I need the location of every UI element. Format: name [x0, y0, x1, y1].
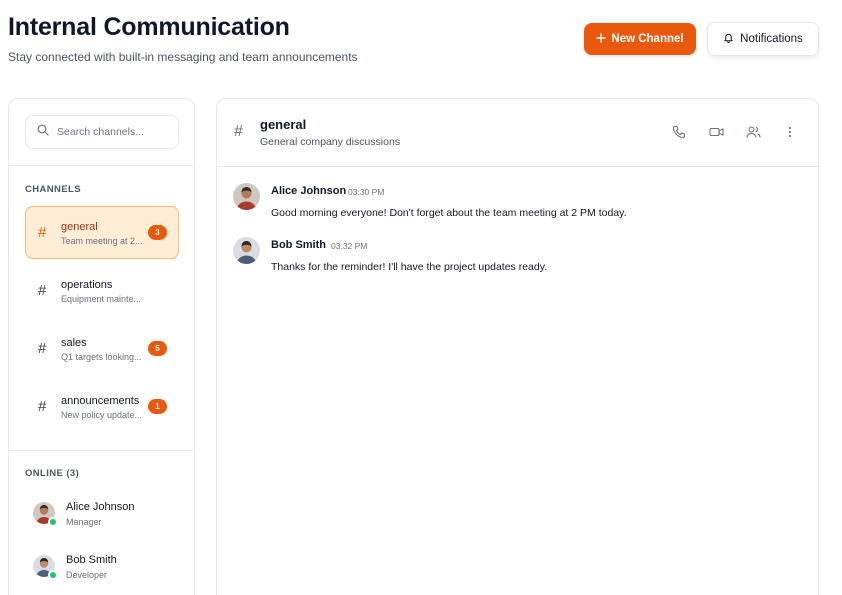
message-author: Alice Johnson [271, 185, 347, 197]
channel-item-sales[interactable]: # sales Q1 targets looking... 5 [25, 322, 179, 375]
message-item: Alice Johnson 03:30 PM Good morning ever… [233, 183, 793, 231]
channel-preview: Equipment mainte... [61, 294, 142, 304]
channel-sidebar: CHANNELS # general Team meeting at 2... … [8, 98, 195, 595]
page-subtitle: Stay connected with built-in messaging a… [8, 50, 358, 64]
more-options-icon[interactable] [782, 124, 798, 140]
message-timestamp: 03:32 PM [331, 241, 368, 251]
message-author: Bob Smith [271, 239, 326, 251]
avatar [33, 555, 58, 580]
chat-panel: # general General company discussions Al… [216, 98, 819, 595]
avatar [233, 183, 260, 210]
unread-badge: 1 [148, 399, 167, 414]
message-text: Thanks for the reminder! I'll have the p… [271, 261, 548, 273]
members-icon[interactable] [745, 124, 761, 140]
divider [9, 450, 194, 451]
channel-name: announcements [61, 395, 140, 407]
search-input[interactable] [57, 126, 167, 138]
channel-preview: Team meeting at 2... [61, 236, 143, 246]
hash-icon: # [38, 398, 47, 415]
user-role: Manager [66, 517, 102, 527]
bell-icon [723, 32, 734, 46]
hash-icon: # [38, 282, 47, 299]
divider [217, 166, 818, 167]
online-user-bob[interactable]: Bob Smith Developer [25, 547, 185, 587]
user-name: Alice Johnson [66, 501, 135, 513]
divider [9, 165, 194, 166]
new-channel-label: New Channel [611, 33, 684, 45]
avatar [33, 502, 58, 527]
hash-icon: # [234, 123, 243, 140]
user-role: Developer [66, 570, 108, 580]
notifications-button[interactable]: Notifications [707, 22, 819, 56]
unread-badge: 5 [148, 341, 167, 356]
video-icon[interactable] [708, 124, 724, 140]
channel-item-announcements[interactable]: # announcements New policy update... 1 [25, 380, 179, 433]
channel-preview: Q1 targets looking... [61, 352, 142, 362]
plus-icon [596, 32, 607, 46]
channel-name: sales [61, 337, 87, 349]
channel-name: operations [61, 279, 113, 291]
avatar [233, 237, 260, 264]
notifications-label: Notifications [740, 33, 803, 45]
hash-icon: # [38, 340, 47, 357]
user-name: Bob Smith [66, 554, 117, 566]
online-user-alice[interactable]: Alice Johnson Manager [25, 494, 185, 534]
hash-icon: # [38, 224, 47, 241]
message-timestamp: 03:30 PM [348, 187, 385, 197]
channel-name: general [61, 221, 98, 233]
new-channel-button[interactable]: New Channel [584, 23, 696, 55]
phone-icon[interactable] [671, 124, 687, 140]
online-heading: ONLINE (3) [25, 468, 80, 479]
channel-item-operations[interactable]: # operations Equipment mainte... [25, 264, 179, 317]
message-text: Good morning everyone! Don't forget abou… [271, 207, 627, 219]
online-status-dot [48, 517, 58, 527]
channel-search[interactable] [25, 115, 179, 149]
channel-preview: New policy update... [61, 410, 143, 420]
page-title: Internal Communication [8, 13, 290, 41]
channel-item-general[interactable]: # general Team meeting at 2... 3 [25, 206, 179, 259]
search-icon [37, 123, 49, 141]
chat-channel-description: General company discussions [260, 136, 401, 148]
unread-badge: 3 [148, 225, 167, 240]
chat-actions [671, 124, 798, 140]
online-status-dot [48, 570, 58, 580]
channels-heading: CHANNELS [25, 184, 81, 195]
message-item: Bob Smith 03:32 PM Thanks for the remind… [233, 237, 793, 285]
chat-channel-name: general [260, 117, 307, 132]
